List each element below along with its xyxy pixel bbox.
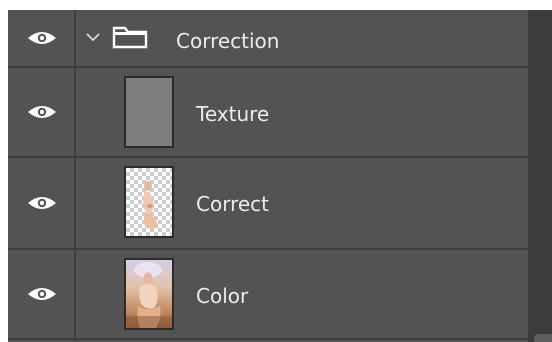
gray-texture-thumbnail[interactable] (124, 76, 174, 148)
scrollbar-thumb[interactable] (534, 334, 552, 342)
layer-row-texture[interactable]: Texture (8, 68, 528, 158)
layers-panel: Correction Texture Correct Color (8, 10, 528, 342)
eye-icon (28, 288, 56, 300)
layer-name-correct[interactable]: Correct (196, 192, 269, 216)
layer-name-color[interactable]: Color (196, 284, 248, 308)
visibility-toggle-correction[interactable] (8, 10, 76, 66)
chevron-down-icon[interactable] (86, 32, 100, 42)
layer-name-texture[interactable]: Texture (196, 102, 269, 126)
figure-silhouette-icon (143, 181, 158, 229)
photo-figure-thumbnail[interactable] (124, 258, 174, 330)
layer-name-correction[interactable]: Correction (176, 29, 279, 53)
eye-icon (28, 32, 56, 44)
visibility-toggle-correct[interactable] (8, 158, 76, 248)
transparent-figure-thumbnail[interactable] (124, 166, 174, 238)
eye-icon (28, 197, 56, 209)
layer-row-color[interactable]: Color (8, 250, 528, 340)
figure-photo-icon (126, 262, 172, 328)
layer-group-correction[interactable]: Correction (8, 10, 528, 68)
folder-icon (112, 26, 148, 49)
layer-row-correct[interactable]: Correct (8, 158, 528, 250)
panel-scrollbar[interactable] (528, 10, 552, 342)
visibility-toggle-texture[interactable] (8, 68, 76, 156)
eye-icon (28, 106, 56, 118)
visibility-toggle-color[interactable] (8, 250, 76, 338)
